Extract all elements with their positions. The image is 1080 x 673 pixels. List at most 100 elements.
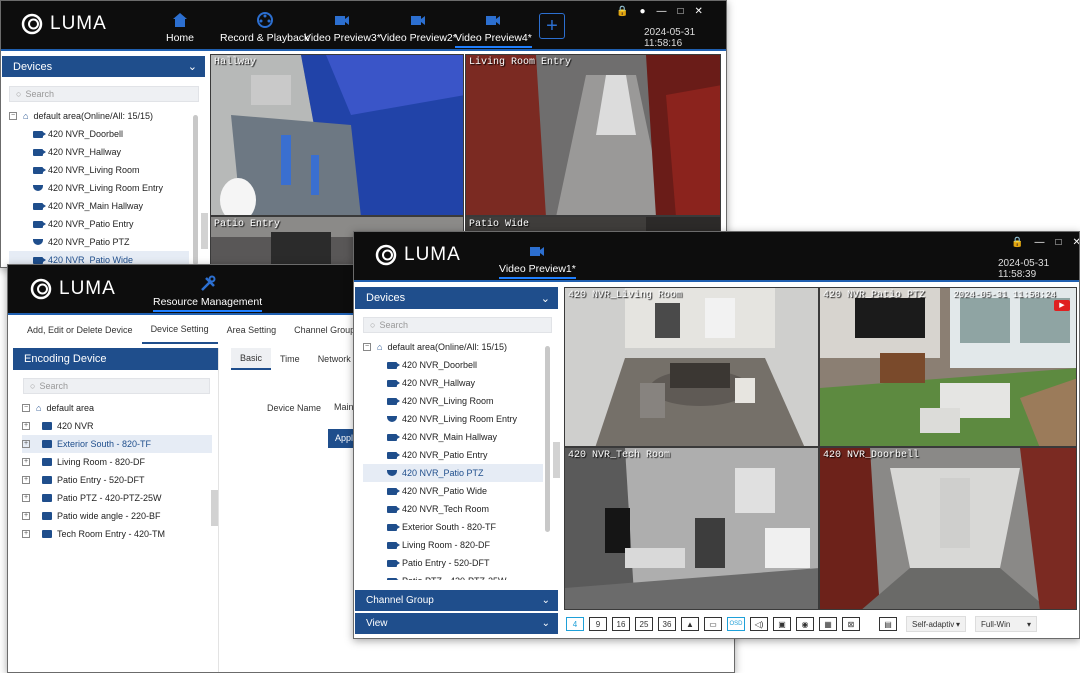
video-tile-doorbell[interactable]: 420 NVR_Doorbell [819,447,1077,610]
camera-icon [387,397,400,405]
tree-device-label: 420 NVR_Main Hallway [48,201,144,211]
devices-panel-header[interactable]: Devices ⌄ [355,287,558,309]
window-mode-dropdown[interactable]: Full-Win ▾ [975,616,1037,632]
expand-icon[interactable]: + [22,458,30,466]
tree-device-item[interactable]: + Living Room - 820-DF [22,453,212,471]
tree-device-item[interactable]: +420 NVR [22,417,212,435]
expand-icon[interactable]: + [22,530,30,538]
search-input[interactable]: ○ Search [363,317,552,333]
tree-device-item[interactable]: 420 NVR_Living Room Entry [9,179,189,197]
grid-icon[interactable]: ▦ [819,617,837,631]
video-tile-tech-room[interactable]: 420 NVR_Tech Room [564,447,819,610]
minimize-icon[interactable]: — [1034,237,1044,248]
tree-area[interactable]: − ⌂ default area(Online/All: 15/15) [363,338,543,356]
tab-add-edit-delete[interactable]: Add, Edit or Delete Device [18,316,142,344]
maximize-icon[interactable]: □ [678,6,684,17]
close-icon[interactable]: ✕ [1073,237,1080,248]
video-tile-living-room-entry[interactable]: Living Room Entry [465,54,721,216]
tree-device-item[interactable]: Patio Entry - 520-DFT [363,554,543,572]
tree-device-item[interactable]: Living Room - 820-DF [363,536,543,554]
audio-icon[interactable]: ◁) [750,617,768,631]
luma-logo-icon [30,278,52,300]
tree-device-item[interactable]: 420 NVR_Living Room Entry [363,410,543,428]
user-icon[interactable]: ● [639,6,645,17]
close-icon[interactable]: ✕ [695,6,703,17]
tab-time[interactable]: Time [271,348,309,370]
record-icon[interactable]: ▣ [773,617,791,631]
video-tile-patio-ptz[interactable]: 420 NVR_Patio PTZ 2024-05-31 11:58:24 ▶ [819,287,1077,447]
tree-device-item[interactable]: 420 NVR_Living Room [363,392,543,410]
layout-16-button[interactable]: 16 [612,617,630,631]
tree-device-item[interactable]: 420 NVR_Tech Room [363,500,543,518]
layout-4-button[interactable]: 4 [566,617,584,631]
close-all-icon[interactable]: ⊠ [842,617,860,631]
scrollbar[interactable] [545,346,550,532]
tree-device-item[interactable]: 420 NVR_Patio Entry [9,215,189,233]
video-tile-hallway[interactable]: Hallway [210,54,464,216]
collapse-handle[interactable] [201,213,208,249]
triangle-up-icon[interactable]: ▲ [681,617,699,631]
layout-25-button[interactable]: 25 [635,617,653,631]
nav-resource-management[interactable]: Resource Management [153,275,263,312]
view-header[interactable]: View ⌄ [355,613,558,634]
screen-icon[interactable]: ▭ [704,617,722,631]
tree-device-item[interactable]: 420 NVR_Doorbell [9,125,189,143]
tab-device-setting[interactable]: Device Setting [141,316,218,344]
layout-36-button[interactable]: 36 [658,617,676,631]
video-tile-living-room[interactable]: 420 NVR_Living Room [564,287,819,447]
tree-device-item[interactable]: + Patio wide angle - 220-BF [22,507,212,525]
nav-home[interactable]: Home [166,11,194,44]
nav-video-preview4[interactable]: Video Preview4* [455,11,532,48]
tree-device-item[interactable]: 420 NVR_Patio Entry [363,446,543,464]
tree-device-item[interactable]: 420 NVR_Living Room [9,161,189,179]
add-tab-button[interactable]: + [539,13,565,39]
tab-area-setting[interactable]: Area Setting [218,316,286,344]
tree-device-item[interactable]: 420 NVR_Patio Wide [363,482,543,500]
tree-area[interactable]: − ⌂ default area [22,399,212,417]
nav-video-preview2[interactable]: Video Preview2* [380,11,457,44]
nav-record-playback[interactable]: Record & Playback [220,11,309,44]
lock-icon[interactable]: 🔒 [616,6,628,17]
tree-device-label: 420 NVR_Patio Entry [48,219,134,229]
expand-icon[interactable]: + [22,494,30,502]
expand-icon[interactable]: + [22,440,30,448]
tree-area[interactable]: − ⌂ default area(Online/All: 15/15) [9,107,189,125]
nav-video-preview1[interactable]: Video Preview1* [499,242,576,279]
expand-icon[interactable]: + [22,422,30,430]
channel-group-header[interactable]: Channel Group ⌄ [355,590,558,611]
nav-video-preview3[interactable]: Video Preview3* [304,11,381,44]
osd-button[interactable]: OSD [727,617,745,631]
maximize-icon[interactable]: □ [1055,237,1061,248]
adaptive-dropdown[interactable]: Self-adaptiv ▾ [906,616,966,632]
snapshot-icon[interactable]: ◉ [796,617,814,631]
tree-device-item[interactable]: + Patio PTZ - 420-PTZ-25W [22,489,212,507]
tree-device-item[interactable]: Exterior South - 820-TF [363,518,543,536]
tree-device-item[interactable]: 420 NVR_Doorbell [363,356,543,374]
lock-icon[interactable]: 🔒 [1011,237,1023,248]
tree-device-item[interactable]: 420 NVR_Patio PTZ [9,233,189,251]
expand-icon[interactable]: + [22,476,30,484]
layout-9-button[interactable]: 9 [589,617,607,631]
minimize-icon[interactable]: — [657,6,667,17]
video-camera-icon [530,247,545,256]
tree-device-item[interactable]: 420 NVR_Patio PTZ [363,464,543,482]
expand-icon[interactable]: + [22,512,30,520]
collapse-handle[interactable] [211,490,218,526]
search-input[interactable]: ○ Search [23,378,210,394]
save-icon[interactable]: ▤ [879,617,897,631]
devices-panel-header[interactable]: Devices ⌄ [2,56,205,77]
tree-device-item[interactable]: 420 NVR_Hallway [363,374,543,392]
search-input[interactable]: ○ Search [9,86,199,102]
tree-device-item[interactable]: 420 NVR_Main Hallway [9,197,189,215]
tree-device-item[interactable]: Patio PTZ - 420-PTZ-25W [363,572,543,580]
tree-device-item[interactable]: + Patio Entry - 520-DFT [22,471,212,489]
tree-device-item[interactable]: 420 NVR_Hallway [9,143,189,161]
tree-device-item[interactable]: + Exterior South - 820-TF [22,435,212,453]
tree-device-label: 420 NVR_Doorbell [402,360,478,370]
tab-basic[interactable]: Basic [231,348,272,370]
collapse-handle[interactable] [553,442,560,478]
scrollbar[interactable] [193,115,198,265]
tree-device-item[interactable]: 420 NVR_Main Hallway [363,428,543,446]
tree-device-item[interactable]: + Tech Room Entry - 420-TM [22,525,212,543]
home-icon [173,13,187,27]
